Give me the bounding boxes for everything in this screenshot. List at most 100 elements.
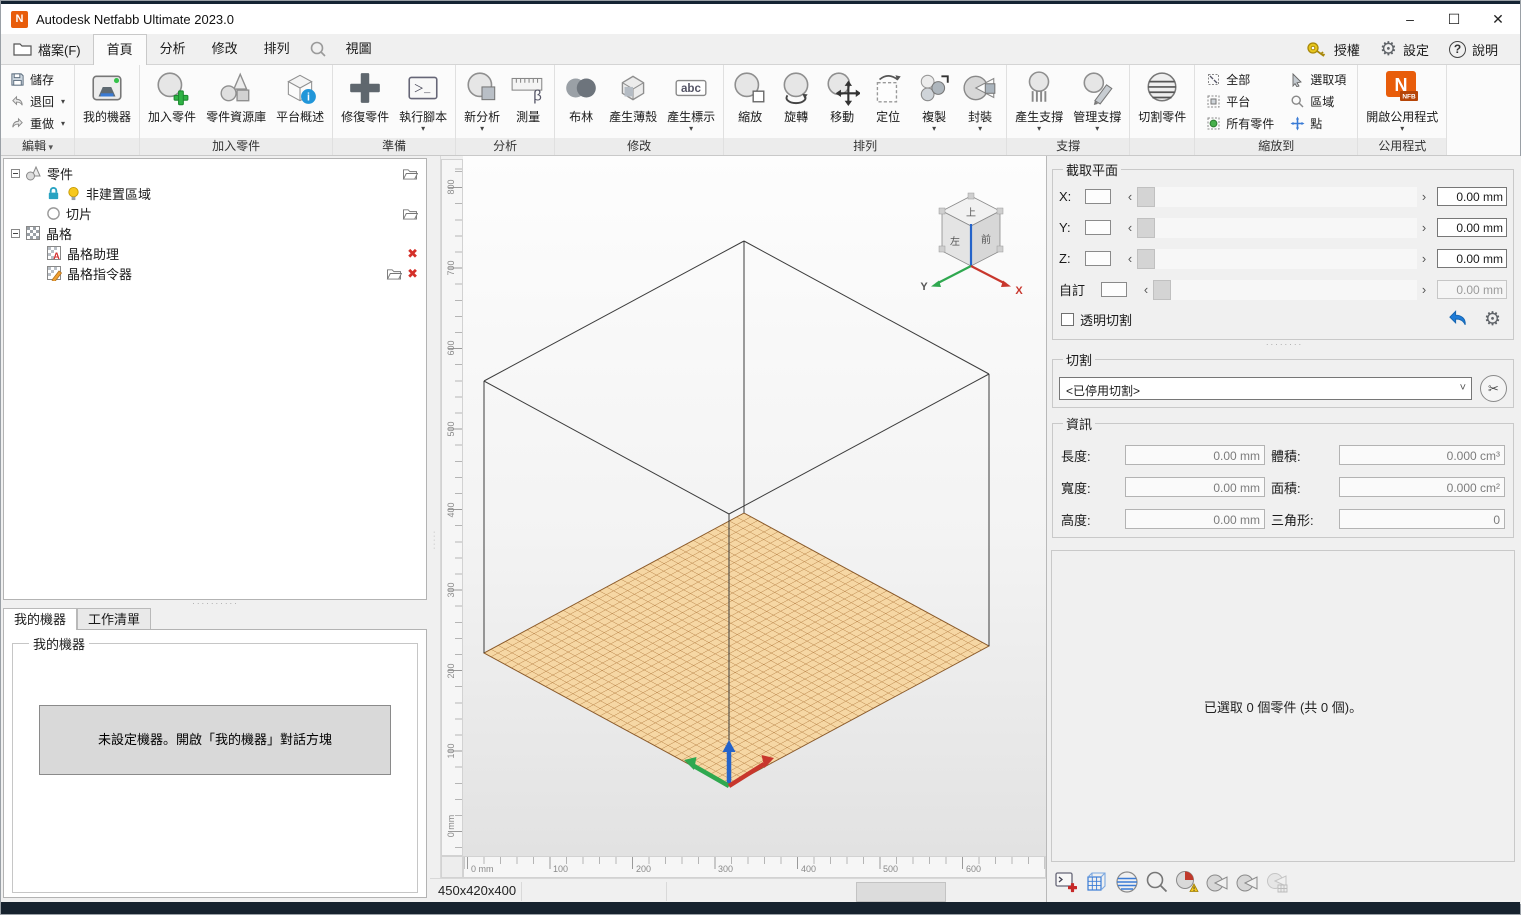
- license-button[interactable]: 授權: [1298, 40, 1368, 59]
- collapse-icon[interactable]: [11, 169, 20, 178]
- search-icon[interactable]: [303, 34, 333, 64]
- add-part-button[interactable]: 加入零件: [143, 67, 201, 136]
- inspect-magnifier-icon[interactable]: [1143, 868, 1171, 896]
- delete-icon[interactable]: ✖: [407, 267, 418, 280]
- maximize-button[interactable]: ☐: [1432, 4, 1476, 34]
- slider-left-arrow[interactable]: ‹: [1123, 190, 1137, 203]
- horizontal-splitter[interactable]: ··········: [1, 600, 430, 608]
- slider-right-arrow[interactable]: ›: [1417, 283, 1431, 296]
- slider-thumb[interactable]: [1137, 249, 1155, 269]
- tab-view[interactable]: 視圖: [333, 34, 385, 64]
- zoom-all-button[interactable]: 全部: [1206, 69, 1274, 90]
- slider-thumb[interactable]: [1137, 218, 1155, 238]
- orient-button[interactable]: 定位: [865, 67, 911, 136]
- tree-item-slices[interactable]: 切片: [4, 203, 426, 223]
- clip-y-value[interactable]: 0.00 mm: [1437, 218, 1507, 237]
- tree-item-lattice[interactable]: 晶格: [4, 223, 426, 243]
- open-folder-icon[interactable]: [386, 267, 402, 280]
- cuts-dropdown[interactable]: <已停用切割> ˅: [1059, 377, 1472, 400]
- slider-thumb[interactable]: [1153, 280, 1171, 300]
- shells-icon[interactable]: [1203, 868, 1231, 896]
- move-button[interactable]: 移動: [819, 67, 865, 136]
- slider-right-arrow[interactable]: ›: [1417, 221, 1431, 234]
- pack-button[interactable]: 封裝: [957, 67, 1003, 136]
- slider-left-arrow[interactable]: ‹: [1123, 252, 1137, 265]
- delete-icon[interactable]: ✖: [407, 247, 418, 260]
- boolean-button[interactable]: 布林: [558, 67, 604, 136]
- lightbulb-icon[interactable]: [66, 186, 81, 201]
- tab-arrange[interactable]: 排列: [251, 34, 303, 64]
- analysis-warning-icon[interactable]: [1173, 868, 1201, 896]
- transparent-cut-checkbox[interactable]: [1061, 313, 1074, 326]
- rotate-button[interactable]: 旋轉: [773, 67, 819, 136]
- clip-z-value[interactable]: 0.00 mm: [1437, 249, 1507, 268]
- slider-track[interactable]: [1171, 280, 1417, 300]
- help-button[interactable]: ? 說明: [1441, 40, 1506, 59]
- collapse-icon[interactable]: [11, 229, 20, 238]
- gear-icon[interactable]: ⚙: [1484, 310, 1501, 329]
- generate-support-button[interactable]: 產生支撐: [1010, 67, 1068, 136]
- slider-left-arrow[interactable]: ‹: [1139, 283, 1153, 296]
- open-utility-button[interactable]: NNFB 開啟公用程式: [1361, 67, 1443, 136]
- open-folder-icon[interactable]: [402, 167, 418, 180]
- zoom-region-button[interactable]: 區域: [1290, 91, 1346, 112]
- slider-track[interactable]: [1155, 218, 1417, 238]
- cut-parts-button[interactable]: 切割零件: [1133, 67, 1191, 136]
- ribbon-group-label-edit[interactable]: 編輯: [1, 138, 74, 155]
- tree-item-parts[interactable]: 零件: [4, 163, 426, 183]
- scene-3d[interactable]: 上 左 前 Y X: [463, 156, 1046, 856]
- zoom-selection-button[interactable]: 選取項: [1290, 69, 1346, 90]
- clip-x-value[interactable]: 0.00 mm: [1437, 187, 1507, 206]
- clip-x-checkbox[interactable]: [1085, 189, 1111, 204]
- clip-y-checkbox[interactable]: [1085, 220, 1111, 235]
- slider-track[interactable]: [1155, 249, 1417, 269]
- create-label-button[interactable]: abc 產生標示: [662, 67, 720, 136]
- zoom-platform-button[interactable]: 平台: [1206, 91, 1274, 112]
- clip-custom-checkbox[interactable]: [1101, 282, 1127, 297]
- panel-splitter[interactable]: ········: [1047, 340, 1521, 349]
- manage-support-button[interactable]: 管理支撐: [1068, 67, 1126, 136]
- reset-undo-icon[interactable]: [1447, 309, 1470, 329]
- tree-item-no-build-zone[interactable]: 非建置區域: [4, 183, 426, 203]
- tab-worklist[interactable]: 工作清單: [77, 608, 151, 630]
- measure-button[interactable]: β 測量: [505, 67, 551, 136]
- part-library-button[interactable]: 零件資源庫: [201, 67, 271, 136]
- tree-item-lattice-commander[interactable]: 晶格指令器 ✖: [4, 263, 426, 283]
- tab-modify[interactable]: 修改: [199, 34, 251, 64]
- slider-track[interactable]: [1155, 187, 1417, 207]
- cut-tool-button[interactable]: ✂: [1480, 375, 1507, 402]
- scale-button[interactable]: 縮放: [727, 67, 773, 136]
- repair-part-button[interactable]: 修復零件: [336, 67, 394, 136]
- file-menu-button[interactable]: 檔案(F): [1, 34, 93, 64]
- slice-preview-icon[interactable]: [1113, 868, 1141, 896]
- setup-machine-button[interactable]: 未設定機器。開啟「我的機器」對話方塊: [39, 705, 391, 775]
- tab-my-machine[interactable]: 我的機器: [3, 608, 77, 630]
- duplicate-button[interactable]: 複製: [911, 67, 957, 136]
- slider-thumb[interactable]: [1137, 187, 1155, 207]
- create-shell-button[interactable]: 產生薄殼: [604, 67, 662, 136]
- slider-right-arrow[interactable]: ›: [1417, 190, 1431, 203]
- save-button[interactable]: 儲存: [8, 69, 67, 90]
- zoom-point-button[interactable]: 點: [1290, 113, 1346, 134]
- close-button[interactable]: ✕: [1476, 4, 1520, 34]
- my-machine-button[interactable]: 我的機器: [78, 67, 136, 136]
- tree-item-lattice-assistant[interactable]: A 晶格助理 ✖: [4, 243, 426, 263]
- run-script-button[interactable]: ＞_ 執行腳本: [394, 67, 452, 136]
- tab-analysis[interactable]: 分析: [147, 34, 199, 64]
- add-script-icon[interactable]: [1053, 868, 1081, 896]
- new-analysis-button[interactable]: 新分析: [459, 67, 505, 136]
- minimize-button[interactable]: –: [1388, 4, 1432, 34]
- slider-left-arrow[interactable]: ‹: [1123, 221, 1137, 234]
- zoom-all-parts-button[interactable]: 所有零件: [1206, 113, 1274, 134]
- platform-grid-icon[interactable]: [1263, 868, 1291, 896]
- settings-button[interactable]: ⚙ 設定: [1372, 40, 1437, 59]
- shells-alt-icon[interactable]: [1233, 868, 1261, 896]
- redo-button[interactable]: 重做: [8, 113, 67, 134]
- tab-home[interactable]: 首頁: [93, 34, 147, 65]
- lattice-preview-icon[interactable]: [1083, 868, 1111, 896]
- open-folder-icon[interactable]: [402, 207, 418, 220]
- clip-z-checkbox[interactable]: [1085, 251, 1111, 266]
- slider-right-arrow[interactable]: ›: [1417, 252, 1431, 265]
- platform-overview-button[interactable]: i 平台概述: [271, 67, 329, 136]
- undo-button[interactable]: 退回: [8, 91, 67, 112]
